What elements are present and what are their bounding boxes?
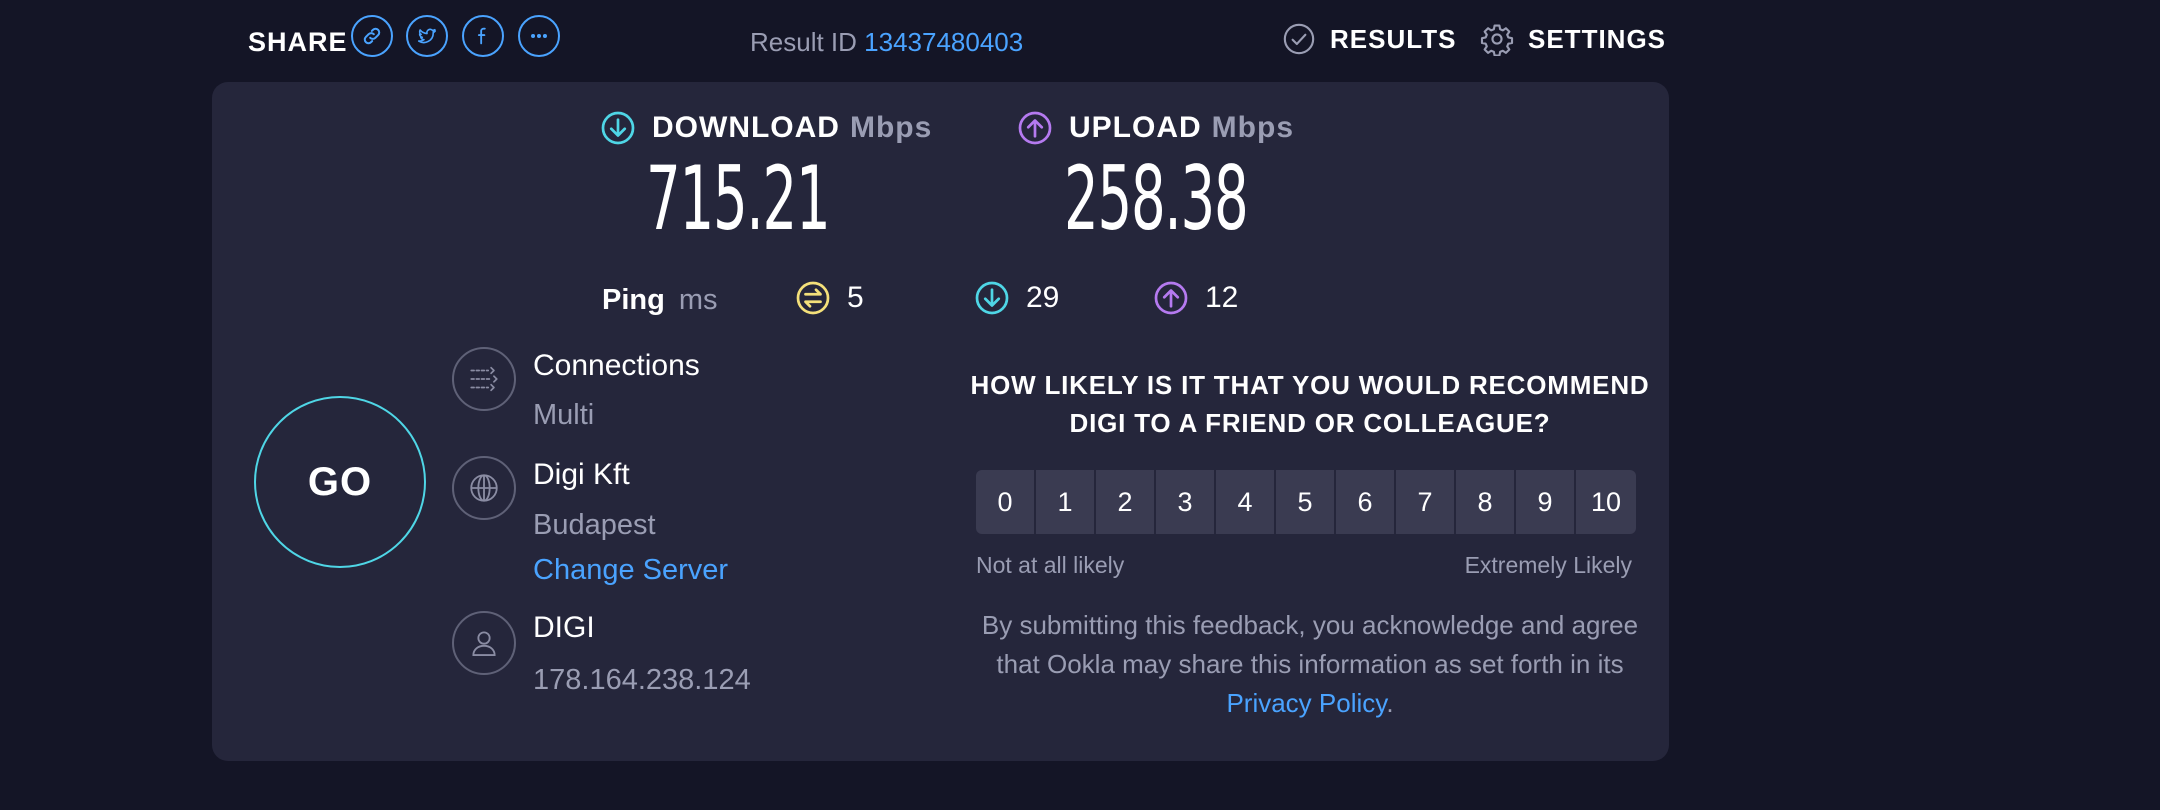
ping-upload: 12 xyxy=(1153,280,1238,316)
server-location: Budapest xyxy=(533,509,656,541)
settings-label: SETTINGS xyxy=(1528,23,1667,54)
rating-button-5[interactable]: 5 xyxy=(1276,470,1334,534)
ping-upload-value: 12 xyxy=(1205,281,1239,314)
rating-button-7[interactable]: 7 xyxy=(1396,470,1454,534)
download-label: DOWNLOAD xyxy=(652,111,840,144)
ping-idle-value: 5 xyxy=(847,281,864,314)
share-more-button[interactable] xyxy=(518,15,560,57)
upload-unit: Mbps xyxy=(1211,111,1294,144)
results-button[interactable]: RESULTS xyxy=(1282,22,1456,56)
connections-value: Multi xyxy=(533,399,595,431)
isp-ip: 178.164.238.124 xyxy=(533,664,751,696)
download-latency-icon xyxy=(975,281,1009,315)
facebook-icon xyxy=(477,27,486,45)
rating-scale: 0 1 2 3 4 5 6 7 8 9 10 xyxy=(976,470,1636,534)
isp-name: DIGI xyxy=(533,611,595,644)
check-circle-icon xyxy=(1283,23,1315,55)
upload-label: UPLOAD xyxy=(1069,111,1202,144)
ping-title: Ping xyxy=(602,284,665,316)
twitter-icon xyxy=(417,28,437,44)
download-value: 715.21 xyxy=(646,147,831,250)
download-header: DOWNLOAD Mbps xyxy=(600,110,932,146)
result-id-label: Result ID xyxy=(750,27,857,57)
share-twitter-button[interactable] xyxy=(406,15,448,57)
idle-latency-icon xyxy=(796,281,830,315)
results-label: RESULTS xyxy=(1330,23,1457,54)
rating-button-2[interactable]: 2 xyxy=(1096,470,1154,534)
ping-label: Ping ms xyxy=(602,282,718,318)
ping-idle: 5 xyxy=(795,280,864,316)
result-id-link[interactable]: 13437480403 xyxy=(864,27,1023,57)
rating-button-10[interactable]: 10 xyxy=(1576,470,1636,534)
connections-icon xyxy=(470,366,498,392)
upload-latency-icon xyxy=(1154,281,1188,315)
result-id: Result ID 13437480403 xyxy=(750,24,1023,60)
rating-button-9[interactable]: 9 xyxy=(1516,470,1574,534)
rating-button-0[interactable]: 0 xyxy=(976,470,1034,534)
privacy-policy-link[interactable]: Privacy Policy xyxy=(1226,688,1386,718)
download-unit: Mbps xyxy=(849,111,933,144)
upload-value: 258.38 xyxy=(1064,147,1249,250)
more-icon xyxy=(531,33,547,39)
scale-low-label: Not at all likely xyxy=(976,552,1125,578)
change-server-link[interactable]: Change Server xyxy=(533,552,728,588)
disclaimer-end: . xyxy=(1386,688,1394,718)
survey-question: HOW LIKELY IS IT THAT YOU WOULD RECOMMEN… xyxy=(970,370,1650,438)
server-name: Digi Kft xyxy=(533,458,630,491)
feedback-disclaimer: By submitting this feedback, you acknowl… xyxy=(960,606,1660,723)
user-icon xyxy=(472,631,496,656)
rating-button-1[interactable]: 1 xyxy=(1036,470,1094,534)
scale-high-label: Extremely Likely xyxy=(1464,552,1632,578)
upload-header: UPLOAD Mbps xyxy=(1017,110,1294,146)
ping-unit: ms xyxy=(678,284,718,316)
rating-button-6[interactable]: 6 xyxy=(1336,470,1394,534)
settings-button[interactable]: SETTINGS xyxy=(1480,22,1666,56)
share-facebook-button[interactable] xyxy=(462,15,504,57)
rating-button-8[interactable]: 8 xyxy=(1456,470,1514,534)
server-icon-wrap xyxy=(452,456,516,520)
rating-button-4[interactable]: 4 xyxy=(1216,470,1274,534)
ping-download-value: 29 xyxy=(1026,281,1060,314)
upload-arrow-icon xyxy=(1018,111,1052,145)
disclaimer-text: By submitting this feedback, you acknowl… xyxy=(981,610,1639,679)
isp-icon-wrap xyxy=(452,611,516,675)
connections-title: Connections xyxy=(533,349,700,382)
connections-icon-wrap xyxy=(452,347,516,411)
rating-button-3[interactable]: 3 xyxy=(1156,470,1214,534)
globe-icon xyxy=(470,474,498,502)
share-label: SHARE xyxy=(248,27,348,57)
link-icon xyxy=(363,27,381,45)
go-button[interactable]: GO xyxy=(254,396,426,568)
download-arrow-icon xyxy=(601,111,635,145)
gear-icon xyxy=(1480,24,1514,56)
ping-download: 29 xyxy=(974,280,1059,316)
share-link-button[interactable] xyxy=(351,15,393,57)
